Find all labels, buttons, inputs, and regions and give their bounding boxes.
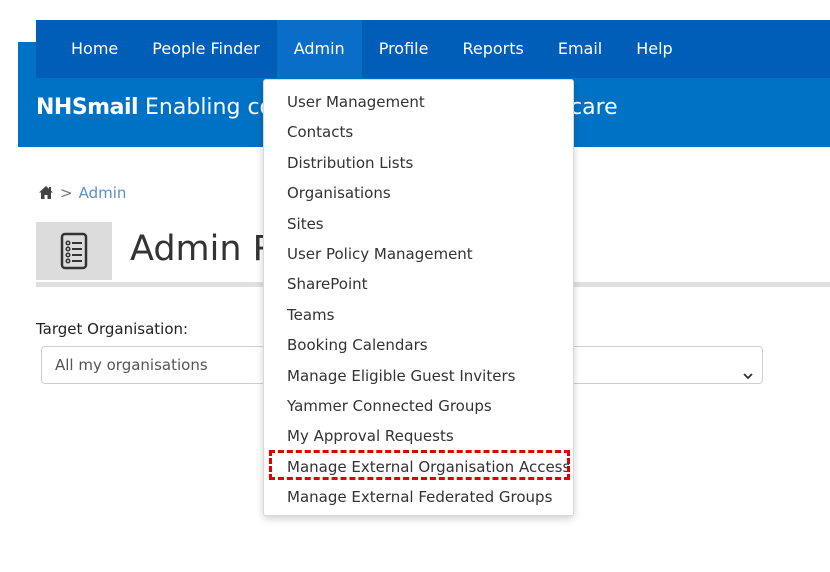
breadcrumb-separator: > (60, 184, 73, 202)
menu-item-user-policy-management[interactable]: User Policy Management (264, 239, 573, 269)
menu-item-teams[interactable]: Teams (264, 300, 573, 330)
menu-item-organisations[interactable]: Organisations (264, 178, 573, 208)
top-navigation: Home People Finder Admin Profile Reports… (36, 20, 830, 78)
nav-home[interactable]: Home (36, 20, 135, 78)
select-value: All my organisations (55, 356, 208, 374)
nav-help[interactable]: Help (619, 20, 689, 78)
menu-item-distribution-lists[interactable]: Distribution Lists (264, 148, 573, 178)
menu-item-contacts[interactable]: Contacts (264, 117, 573, 147)
menu-item-manage-eligible-guest-inviters[interactable]: Manage Eligible Guest Inviters (264, 361, 573, 391)
nav-reports[interactable]: Reports (445, 20, 540, 78)
menu-item-sharepoint[interactable]: SharePoint (264, 269, 573, 299)
menu-item-my-approval-requests[interactable]: My Approval Requests (264, 421, 573, 451)
nav-profile[interactable]: Profile (362, 20, 446, 78)
admin-dropdown-menu: User Management Contacts Distribution Li… (263, 79, 574, 516)
nav-admin[interactable]: Admin (276, 20, 362, 78)
list-document-icon (36, 222, 112, 280)
breadcrumb: > Admin (38, 184, 126, 202)
breadcrumb-admin[interactable]: Admin (79, 184, 127, 202)
brand-name: NHSmail (36, 95, 139, 120)
menu-item-manage-external-organisation-access[interactable]: Manage External Organisation Access (264, 452, 573, 482)
chevron-down-icon (742, 359, 754, 380)
menu-item-sites[interactable]: Sites (264, 209, 573, 239)
menu-item-manage-external-federated-groups[interactable]: Manage External Federated Groups (264, 482, 573, 512)
nav-people-finder[interactable]: People Finder (135, 20, 276, 78)
home-icon[interactable] (38, 185, 54, 201)
menu-item-yammer-connected-groups[interactable]: Yammer Connected Groups (264, 391, 573, 421)
nav-email[interactable]: Email (541, 20, 619, 78)
menu-item-user-management[interactable]: User Management (264, 87, 573, 117)
menu-item-booking-calendars[interactable]: Booking Calendars (264, 330, 573, 360)
target-organisation-label: Target Organisation: (36, 320, 189, 338)
site-brand: NHSmail Enabling colla (36, 93, 299, 123)
brand-tagline-end: care (570, 95, 618, 120)
